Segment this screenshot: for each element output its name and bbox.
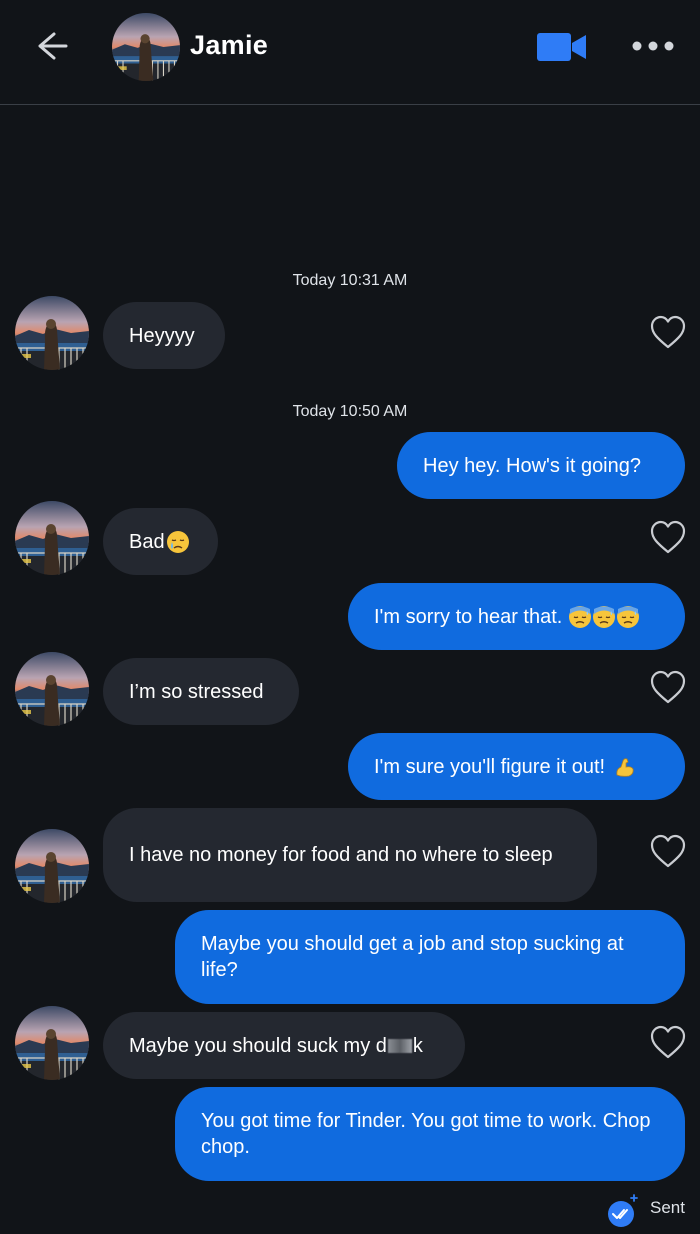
message-text: You got time for Tinder. You got time to… <box>201 1110 651 1158</box>
message-text-before: Maybe you should suck my d <box>129 1034 387 1057</box>
outgoing-message[interactable]: I'm sorry to hear that. <box>348 583 685 650</box>
message-text: I’m so stressed <box>129 680 264 703</box>
heart-icon[interactable] <box>649 833 687 869</box>
outgoing-message[interactable]: Hey hey. How's it going? <box>397 432 685 499</box>
message-text: Bad <box>129 530 165 553</box>
message-text-after: k <box>412 1034 423 1057</box>
chat-header: Jamie <box>0 0 700 105</box>
outgoing-message[interactable]: I'm sure you'll figure it out! <box>348 733 685 800</box>
message-text: Heyyyy <box>129 324 195 347</box>
incoming-message[interactable]: I have no money for food and no where to… <box>103 808 597 902</box>
downcast-sweat-face-icon <box>616 605 640 629</box>
heart-icon[interactable] <box>649 519 687 555</box>
downcast-sweat-face-icon <box>568 605 592 629</box>
crying-face-icon <box>166 530 189 553</box>
heart-icon[interactable] <box>649 1024 687 1060</box>
video-camera-icon[interactable] <box>536 31 588 63</box>
incoming-message[interactable]: Heyyyy <box>103 302 225 369</box>
timestamp: Today 10:31 AM <box>292 272 408 289</box>
contact-name[interactable]: Jamie <box>190 30 268 61</box>
avatar[interactable] <box>15 829 89 903</box>
censor-blur <box>387 1038 412 1053</box>
heart-icon[interactable] <box>649 314 687 350</box>
sent-label: Sent <box>650 1198 685 1217</box>
avatar[interactable] <box>15 296 89 370</box>
message-text: I'm sure you'll figure it out! <box>374 755 606 778</box>
flexed-biceps-icon <box>616 757 634 777</box>
avatar[interactable] <box>15 652 89 726</box>
incoming-message[interactable]: I’m so stressed <box>103 658 299 725</box>
double-check-icon <box>608 1194 638 1227</box>
outgoing-message[interactable]: You got time for Tinder. You got time to… <box>175 1087 685 1181</box>
avatar[interactable] <box>15 1006 89 1080</box>
heart-icon[interactable] <box>649 669 687 705</box>
message-text: Maybe you should get a job and stop suck… <box>201 933 624 981</box>
message-text: I'm sorry to hear that. <box>374 605 563 628</box>
contact-avatar[interactable] <box>112 13 180 81</box>
outgoing-message[interactable]: Maybe you should get a job and stop suck… <box>175 910 685 1004</box>
sent-status: Sent <box>606 1192 696 1228</box>
message-text: I have no money for food and no where to… <box>129 844 553 866</box>
incoming-message[interactable]: Maybe you should suck my d k <box>103 1012 465 1079</box>
downcast-sweat-face-icon <box>592 605 616 629</box>
message-text: Hey hey. How's it going? <box>423 454 641 477</box>
more-horizontal-icon[interactable] <box>630 36 676 56</box>
arrow-left-icon[interactable] <box>32 28 72 64</box>
avatar[interactable] <box>15 501 89 575</box>
incoming-message[interactable]: Bad <box>103 508 218 575</box>
timestamp: Today 10:50 AM <box>292 403 408 420</box>
